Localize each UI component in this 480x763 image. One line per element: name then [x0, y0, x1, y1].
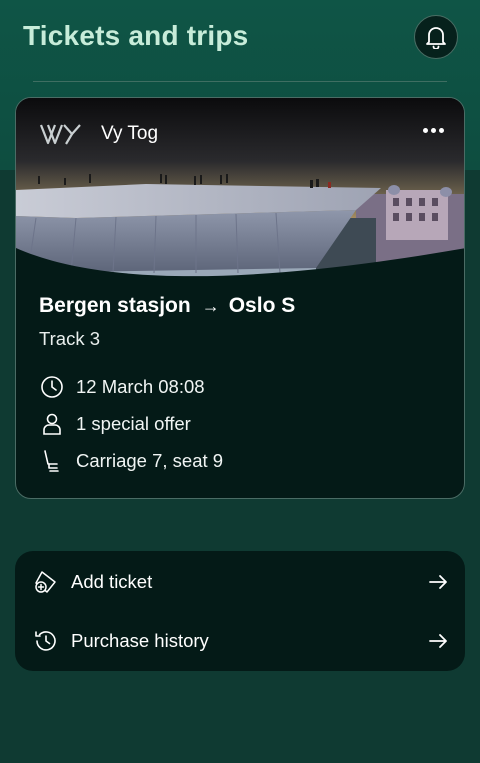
- arrow-right-icon: [429, 575, 447, 589]
- track-info: Track 3: [39, 328, 100, 349]
- clock-icon: [39, 374, 65, 400]
- arrival-station: Oslo S: [228, 294, 296, 317]
- departure-station: Bergen stasjon: [39, 294, 191, 317]
- more-horizontal-icon: [422, 127, 444, 133]
- add-ticket-label: Add ticket: [71, 571, 153, 592]
- add-ticket-icon: [32, 568, 60, 596]
- operator-name: Vy Tog: [101, 123, 159, 144]
- departure-time-row: 12 March 08:08: [39, 374, 205, 400]
- header-divider: [33, 81, 447, 82]
- actions-panel: Add ticket Purchase history: [15, 551, 465, 671]
- person-icon: [39, 411, 65, 437]
- page-title: Tickets and trips: [23, 20, 249, 51]
- more-options-button[interactable]: [418, 118, 448, 142]
- passenger-info: 1 special offer: [76, 413, 191, 434]
- bell-icon: [426, 27, 446, 49]
- route: Bergen stasjon → Oslo S: [39, 294, 295, 318]
- seat-row: Carriage 7, seat 9: [39, 448, 223, 474]
- departure-time: 12 March 08:08: [76, 376, 205, 397]
- passenger-row: 1 special offer: [39, 411, 191, 437]
- history-icon: [32, 627, 60, 655]
- seat-info: Carriage 7, seat 9: [76, 450, 224, 471]
- seat-icon: [39, 448, 65, 474]
- route-arrow-icon: →: [201, 295, 220, 316]
- notifications-button[interactable]: [414, 15, 458, 59]
- ticket-card[interactable]: Vy Tog Bergen stasjon → Oslo S Track 3 1…: [15, 97, 465, 499]
- purchase-history-label: Purchase history: [71, 630, 209, 651]
- purchase-history-button[interactable]: Purchase history: [15, 612, 465, 670]
- add-ticket-button[interactable]: Add ticket: [15, 553, 465, 611]
- arrow-right-icon: [429, 634, 447, 648]
- vy-logo: [40, 124, 81, 145]
